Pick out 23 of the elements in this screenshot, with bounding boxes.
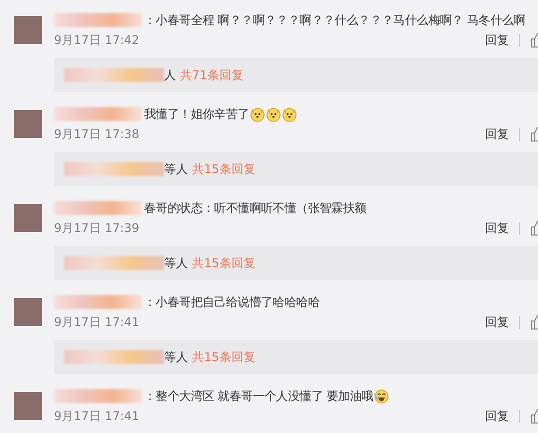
comment-time: 9月17日 17:42: [54, 32, 140, 48]
reply-button[interactable]: 回复: [485, 220, 509, 236]
comment-text: ：小春哥全程 啊？？啊？？？啊？？什么？？？马什么梅啊？ 马冬什么啊: [144, 12, 526, 28]
reply-button[interactable]: 回复: [485, 408, 509, 424]
reply-button[interactable]: 回复: [485, 314, 509, 330]
comment-text: 春哥的状态：听不懂啊听不懂（张智霖扶额: [144, 200, 366, 216]
comment-time: 9月17日 17:41: [54, 314, 140, 330]
comment-text: 我懂了！姐你辛苦了: [144, 106, 250, 122]
comment-time: 9月17日 17:41: [54, 408, 140, 424]
reply-button[interactable]: 回复: [485, 126, 509, 142]
replies-users-text: 等人: [164, 348, 188, 366]
dog-face-emoji-icon: [266, 106, 282, 122]
dog-face-emoji-icon: [282, 106, 298, 122]
replies-users-text: 人: [164, 66, 176, 84]
reply-button[interactable]: 回复: [485, 32, 509, 48]
comment-text: ：小春哥把自己给说懵了哈哈哈哈: [144, 294, 320, 310]
laughing-crying-face-icon: [374, 388, 390, 404]
replies-users-text: 等人: [164, 254, 188, 272]
comment-text: ：整个大湾区 就春哥一个人没懂了 要加油哦: [144, 388, 374, 404]
comment-time: 9月17日 17:38: [54, 126, 140, 142]
replies-users-text: 等人: [164, 160, 188, 178]
comment-time: 9月17日 17:39: [54, 220, 140, 236]
dog-face-emoji-icon: [250, 106, 266, 122]
